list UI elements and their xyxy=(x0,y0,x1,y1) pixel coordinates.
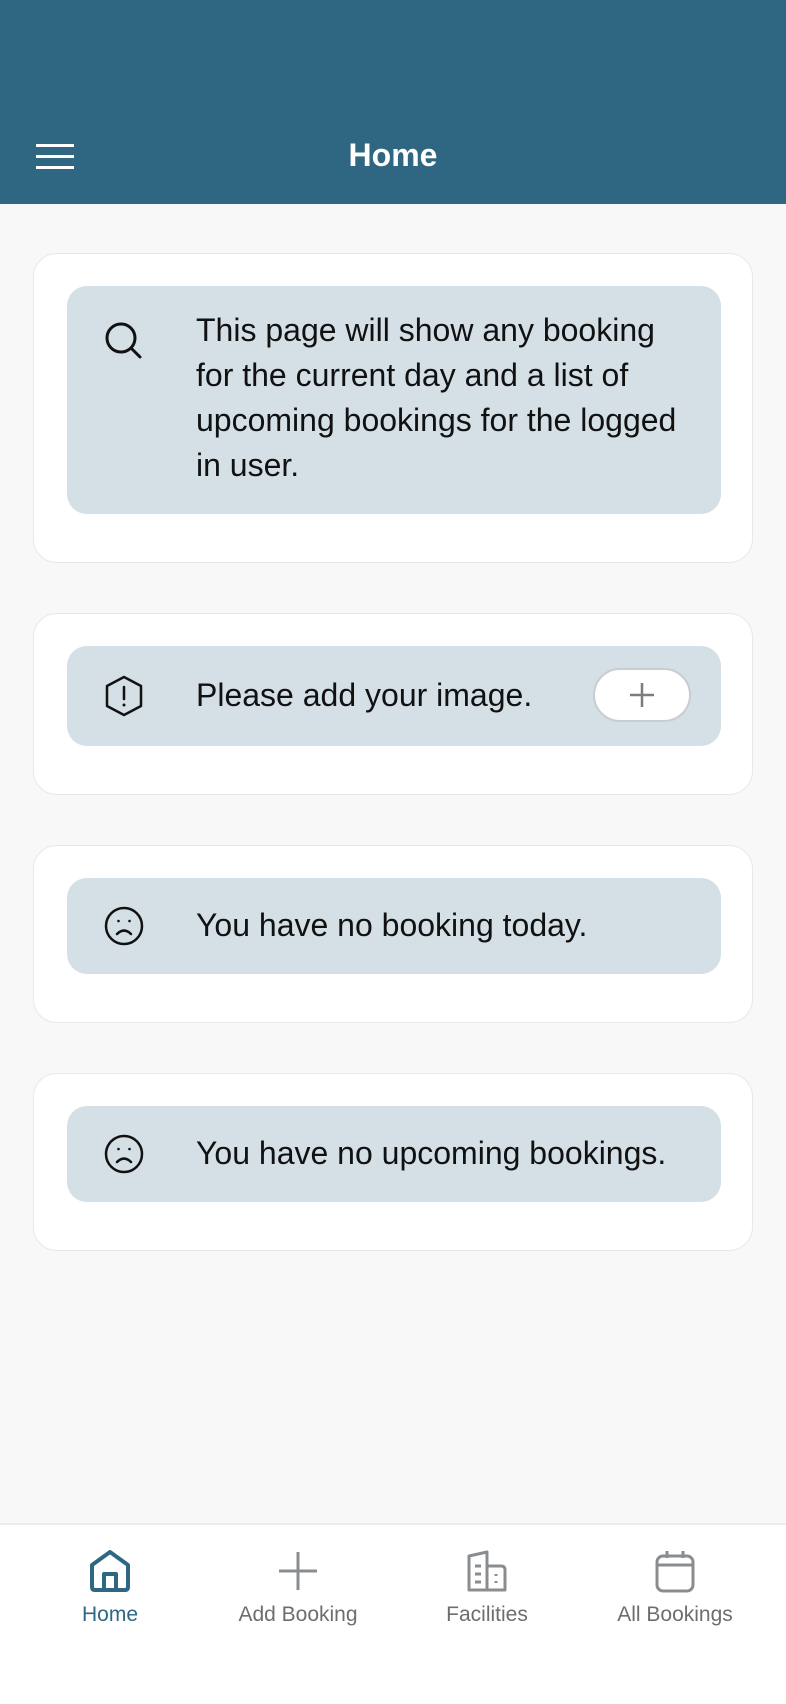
upcoming-bookings-note: You have no upcoming bookings. xyxy=(67,1106,721,1202)
bottom-navigation: Home Add Booking Facilities All Bookings xyxy=(0,1523,786,1704)
nav-all-bookings-label: All Bookings xyxy=(617,1603,733,1626)
search-icon xyxy=(105,322,142,359)
app-header: Home xyxy=(0,0,786,204)
info-note: This page will show any booking for the … xyxy=(67,286,721,514)
add-image-card: Please add your image. xyxy=(33,613,753,795)
nav-add-booking-label: Add Booking xyxy=(238,1603,358,1626)
plus-icon xyxy=(279,1552,317,1590)
today-booking-note: You have no booking today. xyxy=(67,878,721,974)
nav-home-label: Home xyxy=(81,1603,139,1626)
home-icon xyxy=(90,1550,130,1592)
nav-add-booking[interactable]: Add Booking xyxy=(203,1549,393,1649)
upcoming-bookings-card: You have no upcoming bookings. xyxy=(33,1073,753,1251)
nav-home[interactable]: Home xyxy=(15,1549,205,1649)
add-image-note: Please add your image. xyxy=(67,646,721,746)
nav-facilities[interactable]: Facilities xyxy=(392,1549,582,1649)
calendar-icon xyxy=(655,1551,695,1593)
plus-icon xyxy=(630,683,654,707)
nav-all-bookings[interactable]: All Bookings xyxy=(580,1549,770,1649)
upcoming-bookings-text: You have no upcoming bookings. xyxy=(196,1135,667,1171)
add-image-button[interactable] xyxy=(593,668,691,722)
today-booking-card: You have no booking today. xyxy=(33,845,753,1023)
nav-facilities-label: Facilities xyxy=(446,1603,528,1626)
alert-hexagon-icon xyxy=(105,675,143,717)
page-title: Home xyxy=(348,137,438,173)
sad-face-icon xyxy=(104,906,144,946)
today-booking-text: You have no booking today. xyxy=(196,907,588,943)
building-icon xyxy=(467,1550,507,1592)
sad-face-icon xyxy=(104,1134,144,1174)
info-text: This page will show any booking for the … xyxy=(196,312,677,483)
info-card: This page will show any booking for the … xyxy=(33,253,753,563)
